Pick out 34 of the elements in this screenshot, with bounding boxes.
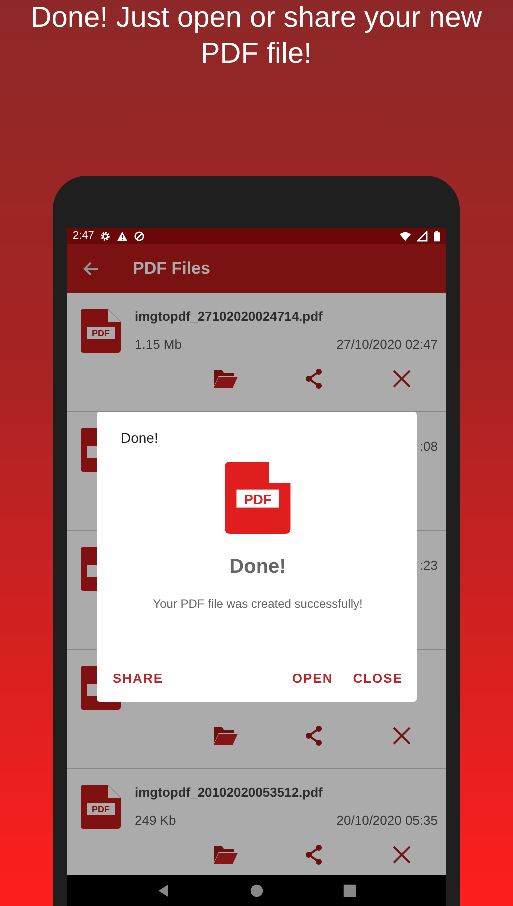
dialog-heading: Done! [230,556,286,579]
back-arrow-icon[interactable] [83,260,99,276]
data-saver-icon [134,230,146,242]
signal-icon [417,230,428,242]
file-date: :23 [420,558,438,573]
home-icon[interactable] [250,884,264,898]
headline: Done! Just open or share your new [30,1,482,36]
screen-title: PDF Files [133,258,210,278]
file-name: imgtopdf_20102020053512.pdf [135,785,324,802]
dialog-title: Done! [121,430,158,446]
dialog-button[interactable]: SHARE [113,667,164,690]
battery-icon [434,230,440,242]
file-size: 1.15 Mb [135,337,182,352]
headline: PDF file! [200,37,312,72]
folder-icon[interactable] [214,726,238,746]
clock: 2:47 [73,230,94,242]
recents-icon[interactable] [342,884,356,898]
folder-icon[interactable] [214,369,238,389]
file-date: :08 [420,439,438,454]
back-icon[interactable] [156,884,170,898]
folder-icon[interactable] [214,845,238,865]
file-date: 27/10/2020 02:47 [336,337,438,352]
file-name: imgtopdf_27102020024714.pdf [135,309,324,326]
dialog-message: Your PDF file was created successfully! [153,597,363,611]
file-date: 20/10/2020 05:35 [336,813,438,828]
dialog-button[interactable]: OPEN [292,667,334,690]
gear-icon [100,230,112,242]
pdf-file-icon: PDF [225,462,291,534]
pdf-file-icon: PDF [81,785,121,829]
pdf-file-icon: PDF [81,309,121,353]
wifi-icon [400,230,411,242]
file-size: 249 Kb [135,813,176,828]
dialog-button[interactable]: CLOSE [353,667,403,690]
warning-icon [117,230,128,242]
